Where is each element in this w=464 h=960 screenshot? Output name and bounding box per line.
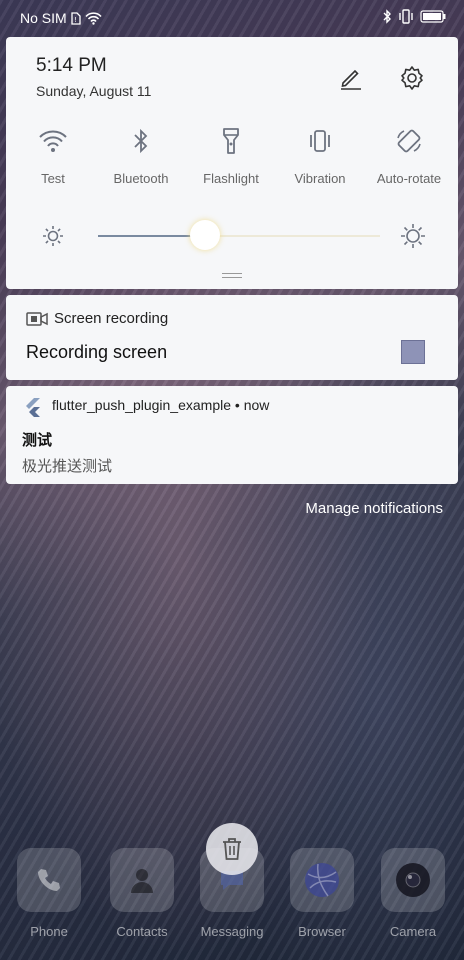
contacts-icon — [131, 869, 153, 893]
dock-label: Phone — [30, 924, 68, 939]
carrier-group: No SIM ! — [20, 10, 102, 26]
svg-text:!: ! — [74, 16, 77, 24]
wifi-icon — [39, 130, 67, 152]
brightness-high-icon — [401, 224, 425, 248]
recording-notification[interactable]: Screen recording Recording screen — [6, 295, 458, 380]
manage-notifications-link[interactable]: Manage notifications — [305, 500, 443, 517]
dock-app-phone[interactable]: Phone — [4, 848, 94, 939]
dock-label: Browser — [298, 924, 346, 939]
bluetooth-icon — [383, 9, 391, 24]
status-icons — [382, 9, 446, 24]
brightness-low-icon — [43, 226, 63, 246]
toggle-label: Vibration — [294, 171, 346, 186]
brightness-thumb[interactable] — [190, 220, 221, 250]
vibration-icon — [399, 9, 413, 24]
recording-app-name: Screen recording — [54, 310, 169, 327]
dock-label: Contacts — [116, 924, 168, 939]
push-body: 极光推送测试 — [22, 458, 113, 475]
toggle-label: Auto-rotate — [376, 171, 442, 186]
recording-title: Recording screen — [26, 342, 168, 362]
toggle-label: Flashlight — [203, 171, 259, 186]
trash-icon — [223, 838, 241, 860]
battery-icon — [420, 10, 446, 23]
dock-label: Messaging — [200, 924, 264, 939]
toggle-bluetooth[interactable]: Bluetooth — [96, 123, 186, 186]
push-header: flutter_push_plugin_example • now — [52, 397, 270, 413]
flutter-icon — [26, 398, 40, 417]
auto-rotate-icon — [397, 129, 421, 153]
panel-drag-handle[interactable] — [222, 273, 242, 278]
toggle-wifi[interactable]: Test — [8, 123, 98, 186]
dock-label: Camera — [389, 924, 437, 939]
dock-app-contacts[interactable]: Contacts — [97, 848, 187, 939]
gear-icon[interactable] — [397, 63, 427, 93]
edit-pen-icon[interactable] — [335, 63, 365, 93]
toggle-label: Test — [41, 171, 65, 186]
toggle-flashlight[interactable]: Flashlight — [186, 123, 276, 186]
stop-recording-button[interactable] — [401, 340, 425, 364]
clock-date: Sunday, August 11 — [36, 83, 152, 99]
brightness-fill — [98, 235, 206, 237]
flashlight-icon — [223, 128, 239, 154]
camera-icon — [396, 863, 430, 897]
push-title: 测试 — [22, 432, 53, 449]
clock-time: 5:14 PM — [36, 55, 107, 76]
sim-card-icon: ! — [71, 11, 81, 25]
clear-notifications-button[interactable] — [206, 823, 258, 875]
status-bar: No SIM ! — [0, 0, 464, 36]
toggle-auto-rotate[interactable]: Auto-rotate — [364, 123, 454, 186]
browser-icon — [305, 863, 339, 897]
wifi-icon — [85, 11, 102, 25]
bluetooth-icon — [134, 128, 148, 154]
screen-record-icon — [26, 312, 48, 326]
push-notification[interactable]: flutter_push_plugin_example • now 测试 极光推… — [6, 386, 458, 484]
phone-icon — [38, 869, 60, 891]
dock-app-camera[interactable]: Camera — [368, 848, 458, 939]
quick-settings-panel: 5:14 PM Sunday, August 11 Test Bluetooth… — [6, 37, 458, 289]
carrier-label: No SIM — [20, 10, 67, 26]
dock-app-browser[interactable]: Browser — [277, 848, 367, 939]
toggle-label: Bluetooth — [113, 171, 169, 186]
toggle-vibration[interactable]: Vibration — [275, 123, 365, 186]
brightness-slider[interactable] — [98, 220, 380, 250]
vibration-icon — [310, 130, 330, 152]
